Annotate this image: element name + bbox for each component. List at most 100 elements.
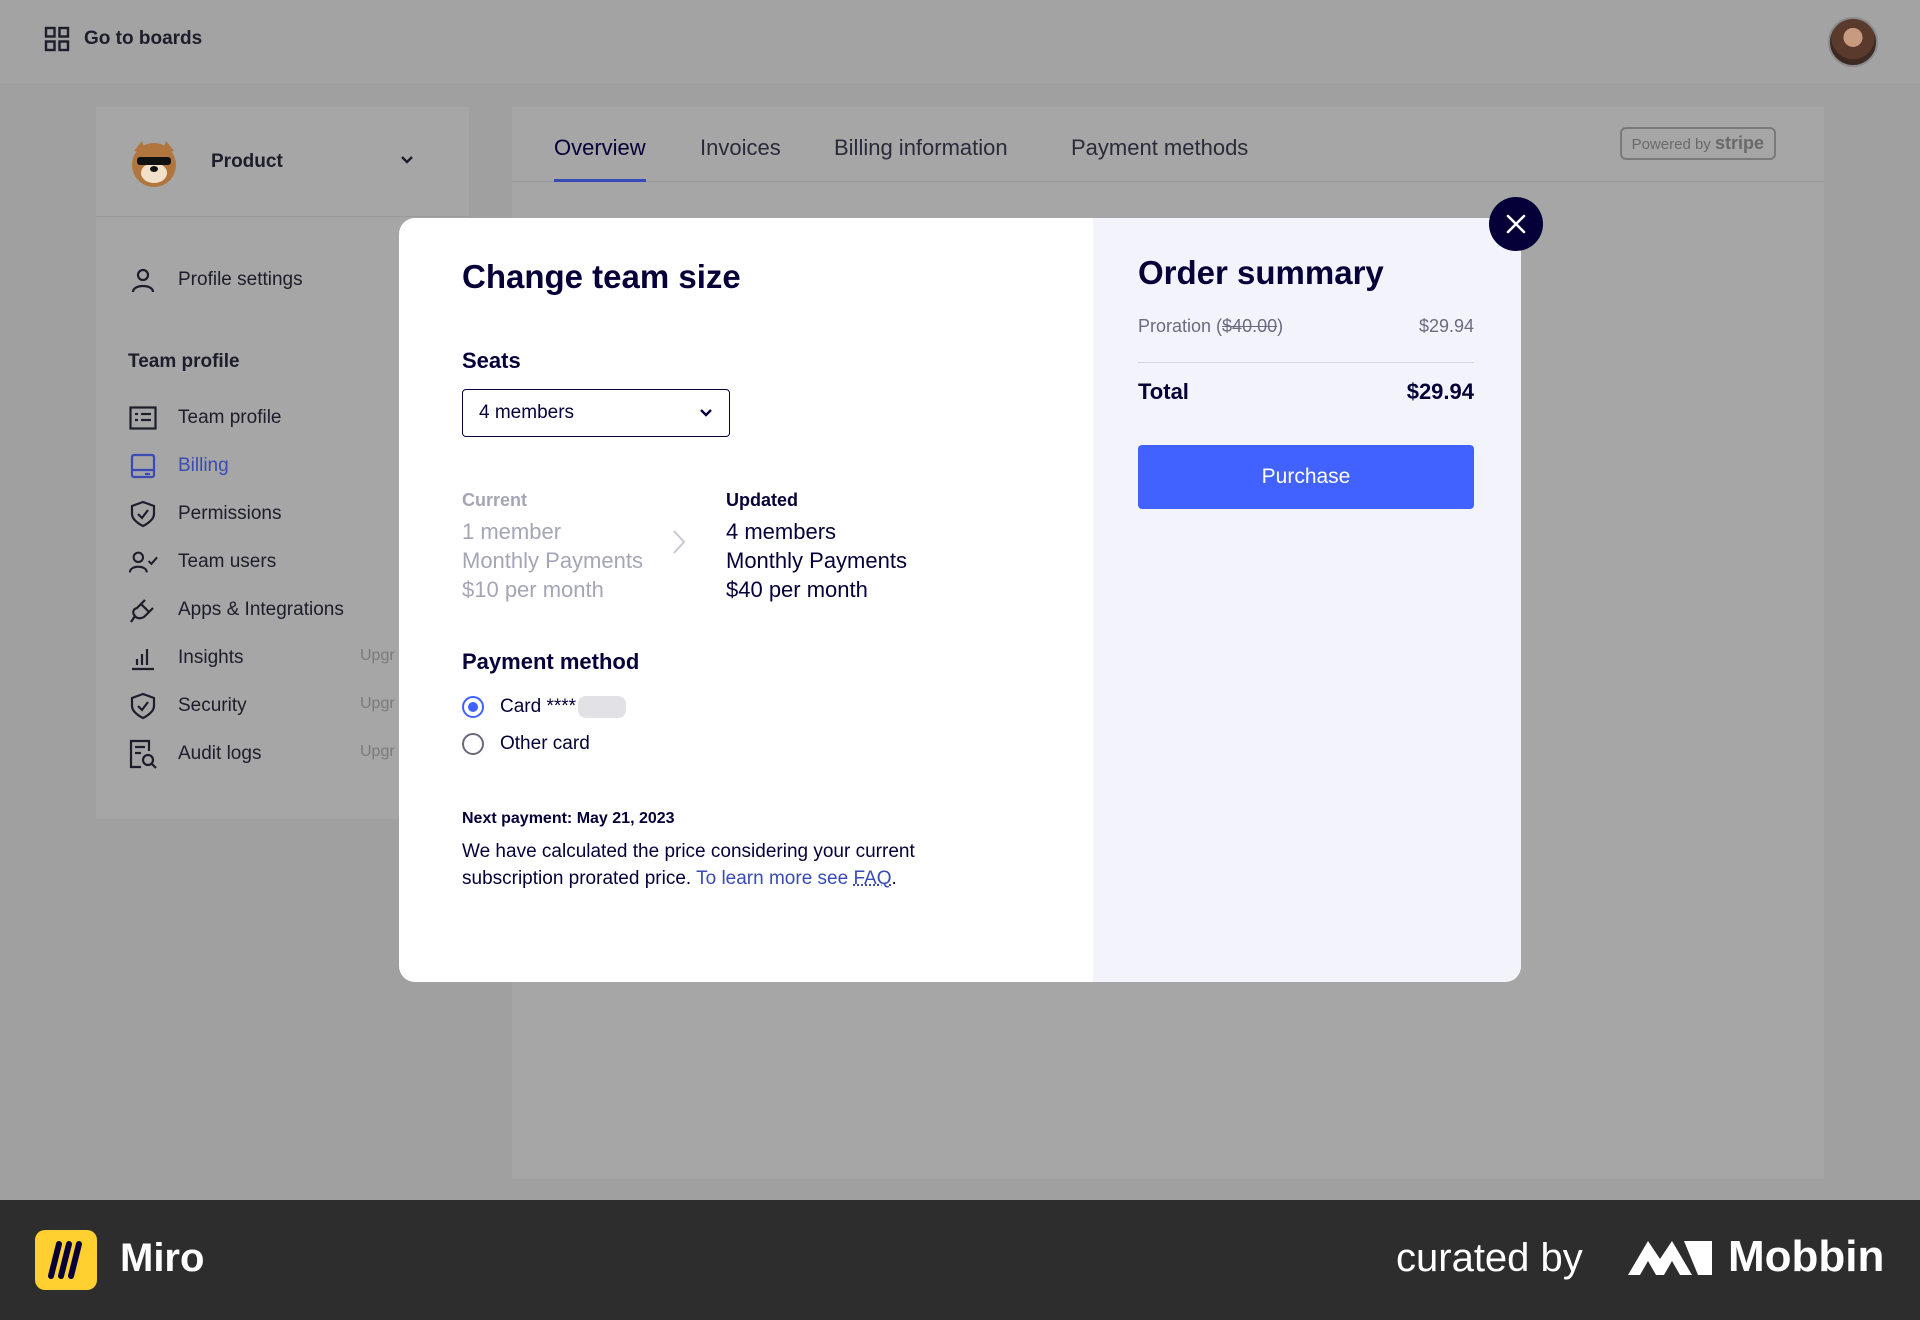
proration-close: ) (1277, 316, 1284, 336)
team-profile-icon (128, 403, 158, 433)
footer-banner: Miro curated by Mobbin (0, 1200, 1920, 1320)
chart-icon (128, 643, 158, 673)
period: . (891, 868, 897, 889)
sidebar-item-label: Team users (178, 551, 277, 572)
redacted-card-digits (578, 696, 627, 718)
next-payment-date: Next payment: May 21, 2023 (462, 810, 675, 827)
modal-form: Change team size Seats 4 members Current… (399, 218, 1093, 982)
upgrade-badge[interactable]: Upgr (360, 695, 395, 713)
close-icon (1506, 214, 1526, 234)
payment-method-label: Payment method (462, 649, 640, 674)
stripe-prefix: Powered by (1631, 136, 1711, 153)
sidebar-item-permissions[interactable]: Permissions (128, 499, 281, 529)
other-card-radio-option[interactable]: Other card (462, 733, 590, 755)
grid-icon (44, 26, 70, 52)
mobbin-name: Mobbin (1728, 1232, 1885, 1281)
current-plan: Current 1 member Monthly Payments $10 pe… (462, 486, 643, 604)
sidebar-item-audit-logs[interactable]: Audit logs (128, 739, 261, 769)
other-card-label: Other card (500, 733, 590, 754)
updated-heading: Updated (726, 490, 798, 510)
shield-icon (128, 499, 158, 529)
current-members: 1 member (462, 519, 562, 544)
sidebar-item-apps[interactable]: Apps & Integrations (128, 595, 344, 625)
sidebar-section-title: Team profile (128, 351, 240, 372)
proration-row: Proration ($40.00) $29.94 (1138, 316, 1474, 337)
order-summary-title: Order summary (1138, 254, 1384, 291)
divider (1138, 362, 1474, 363)
chevron-down-icon (401, 156, 413, 164)
curated-by-label: curated by (1396, 1236, 1583, 1280)
go-to-boards-label: Go to boards (84, 28, 203, 49)
chevron-down-icon (700, 409, 712, 417)
miro-logo-icon (35, 1230, 97, 1290)
tab-invoices[interactable]: Invoices (700, 135, 781, 161)
card-option-label: Card **** (500, 696, 627, 718)
person-icon (128, 265, 158, 295)
card-radio-option[interactable]: Card **** (462, 696, 627, 718)
current-heading: Current (462, 490, 528, 510)
proration-original-price: $40.00 (1222, 316, 1278, 336)
current-plan-type: Monthly Payments (462, 548, 643, 573)
updated-members: 4 members (726, 519, 837, 544)
team-name: Product (211, 151, 283, 172)
radio-selected[interactable] (462, 696, 484, 718)
mobbin-logo-icon (1628, 1241, 1712, 1275)
sidebar-item-label: Insights (178, 647, 244, 668)
total-row: Total $29.94 (1138, 379, 1474, 405)
order-summary: Order summary Proration ($40.00) $29.94 … (1093, 218, 1521, 982)
close-modal-button[interactable] (1489, 197, 1543, 251)
plug-icon (128, 595, 158, 625)
top-bar: Go to boards (0, 0, 1920, 85)
seats-select[interactable]: 4 members (462, 389, 730, 437)
proration-label: Proration ($40.00) (1138, 316, 1283, 337)
sidebar-item-security[interactable]: Security (128, 691, 247, 721)
faq-link[interactable]: FAQ (853, 868, 891, 889)
seats-select-value: 4 members (479, 402, 575, 423)
tab-overview[interactable]: Overview (554, 135, 646, 161)
chevron-right-icon (673, 530, 686, 554)
billing-icon (128, 451, 158, 481)
total-value: $29.94 (1406, 379, 1474, 404)
proration-value: $29.94 (1418, 316, 1474, 336)
mobbin-brand: Mobbin (1626, 1232, 1884, 1282)
app-name: Miro (120, 1236, 205, 1280)
modal-title: Change team size (462, 258, 741, 295)
sidebar-item-label: Apps & Integrations (178, 599, 344, 620)
learn-more-text: To learn more see (696, 868, 849, 889)
sidebar-item-label: Permissions (178, 503, 282, 524)
tab-payment-methods[interactable]: Payment methods (1071, 135, 1248, 161)
stripe-brand: stripe (1714, 133, 1764, 153)
team-logo-icon (132, 141, 176, 187)
shield-icon (128, 691, 158, 721)
powered-by-stripe-badge: Powered by stripe (1619, 127, 1776, 160)
sidebar-item-billing[interactable]: Billing (128, 451, 229, 481)
team-switcher[interactable]: Product (96, 107, 469, 217)
audit-icon (128, 739, 158, 769)
sidebar-item-team-profile[interactable]: Team profile (128, 403, 282, 433)
current-price: $10 per month (462, 577, 604, 602)
card-mask: Card **** (500, 696, 577, 718)
seats-label: Seats (462, 348, 521, 373)
go-to-boards-link[interactable]: Go to boards (44, 26, 202, 52)
updated-plan: Updated 4 members Monthly Payments $40 p… (726, 486, 907, 604)
proration-label-text: Proration ( (1138, 316, 1223, 336)
upgrade-badge[interactable]: Upgr (360, 743, 395, 761)
updated-plan-type: Monthly Payments (726, 548, 907, 573)
tab-billing-information[interactable]: Billing information (834, 135, 1008, 161)
sidebar-item-profile-settings[interactable]: Profile settings (128, 265, 303, 295)
radio-unselected[interactable] (462, 733, 484, 755)
sidebar-item-label: Billing (178, 455, 229, 476)
proration-note: We have calculated the price considering… (462, 838, 1002, 892)
sidebar-item-label: Audit logs (178, 743, 262, 764)
sidebar-item-label: Profile settings (178, 269, 303, 290)
purchase-button[interactable]: Purchase (1138, 445, 1474, 509)
updated-price: $40 per month (726, 577, 868, 602)
sidebar-item-team-users[interactable]: Team users (128, 547, 276, 577)
sidebar-item-label: Team profile (178, 407, 282, 428)
change-team-size-modal: Change team size Seats 4 members Current… (399, 218, 1521, 982)
sidebar-item-insights[interactable]: Insights (128, 643, 243, 673)
team-users-icon (128, 547, 158, 577)
active-tab-indicator (554, 179, 646, 182)
avatar[interactable] (1828, 17, 1878, 67)
upgrade-badge[interactable]: Upgr (360, 647, 395, 665)
